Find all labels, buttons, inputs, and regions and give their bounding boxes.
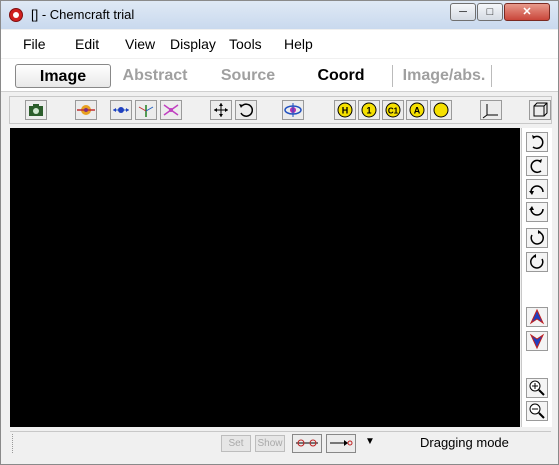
zoom-in-icon[interactable] [526, 378, 548, 398]
tab-image-abs[interactable]: Image/abs. [396, 64, 492, 88]
rotate-icon[interactable] [235, 100, 257, 120]
tab-source[interactable]: Source [206, 64, 290, 88]
rotate-z-ccw-icon[interactable] [526, 252, 548, 272]
atom-type-label-text: A [414, 106, 421, 116]
minimize-button[interactable]: ─ [450, 3, 476, 21]
maximize-button[interactable]: □ [477, 3, 503, 21]
bond-stretch-icon[interactable] [110, 100, 132, 120]
rotate-x-ccw-icon[interactable] [526, 156, 548, 176]
mode-status-text: Dragging mode [420, 435, 509, 450]
menu-tools[interactable]: Tools [229, 36, 262, 52]
menu-bar: File Edit View Display Tools Help [1, 30, 558, 58]
menu-view[interactable]: View [125, 36, 155, 52]
set-button[interactable]: Set [221, 435, 251, 452]
chemcraft-app-icon[interactable] [9, 8, 23, 22]
move-down-arrow-icon[interactable] [526, 331, 548, 351]
bond-link-icon[interactable] [292, 434, 322, 453]
angle-tool-icon[interactable] [135, 100, 157, 120]
close-button[interactable]: ✕ [504, 3, 550, 21]
tab-separator [392, 65, 393, 87]
hydrogen-label-text: H [342, 106, 349, 116]
view-tab-bar: Image Abstract Source Coord Image/abs. [1, 59, 558, 92]
molecule-orbit-icon[interactable] [282, 100, 304, 120]
app-window: [] - Chemcraft trial ─ □ ✕ File Edit Vie… [0, 0, 559, 465]
window-title: [] - Chemcraft trial [31, 7, 135, 22]
rotation-toolbar [521, 128, 552, 427]
menu-help[interactable]: Help [284, 36, 313, 52]
atom-symbol-number-icon[interactable]: C1 [382, 100, 404, 120]
zoom-out-icon[interactable] [526, 401, 548, 421]
status-bar: Set Show ▼ Dragging mode [10, 431, 551, 456]
atom-number-text: 1 [366, 106, 371, 116]
mode-dropdown-arrow[interactable]: ▼ [365, 436, 375, 447]
dihedral-tool-icon[interactable] [160, 100, 182, 120]
atom-symbol-number-text: C1 [388, 107, 399, 116]
tab-abstract[interactable]: Abstract [113, 64, 197, 88]
atom-number-icon[interactable]: 1 [358, 100, 380, 120]
move-icon[interactable] [210, 100, 232, 120]
menu-edit[interactable]: Edit [75, 36, 99, 52]
tab-coord[interactable]: Coord [299, 64, 383, 88]
molecule-viewport[interactable] [10, 128, 520, 427]
rotate-y-ccw-icon[interactable] [526, 202, 548, 222]
rotate-z-cw-icon[interactable] [526, 228, 548, 248]
title-bar: [] - Chemcraft trial ─ □ ✕ [1, 1, 558, 29]
rotate-x-cw-icon[interactable] [526, 132, 548, 152]
hand-rotate-icon[interactable] [75, 100, 97, 120]
tab-separator [491, 65, 492, 87]
atom-ball-icon[interactable] [430, 100, 452, 120]
hydrogen-label-icon[interactable]: H [334, 100, 356, 120]
axes-icon[interactable] [480, 100, 502, 120]
menu-display[interactable]: Display [170, 36, 216, 52]
rotate-y-cw-icon[interactable] [526, 179, 548, 199]
arrow-link-icon[interactable] [326, 434, 356, 453]
menu-file[interactable]: File [23, 36, 46, 52]
atom-type-label-icon[interactable]: A [406, 100, 428, 120]
cube-icon[interactable] [529, 100, 551, 120]
camera-icon[interactable] [25, 100, 47, 120]
status-divider [12, 434, 15, 453]
move-up-arrow-icon[interactable] [526, 307, 548, 327]
tab-image[interactable]: Image [15, 64, 111, 88]
show-button[interactable]: Show [255, 435, 285, 452]
main-toolbar: H 1 C1 A [9, 96, 552, 124]
